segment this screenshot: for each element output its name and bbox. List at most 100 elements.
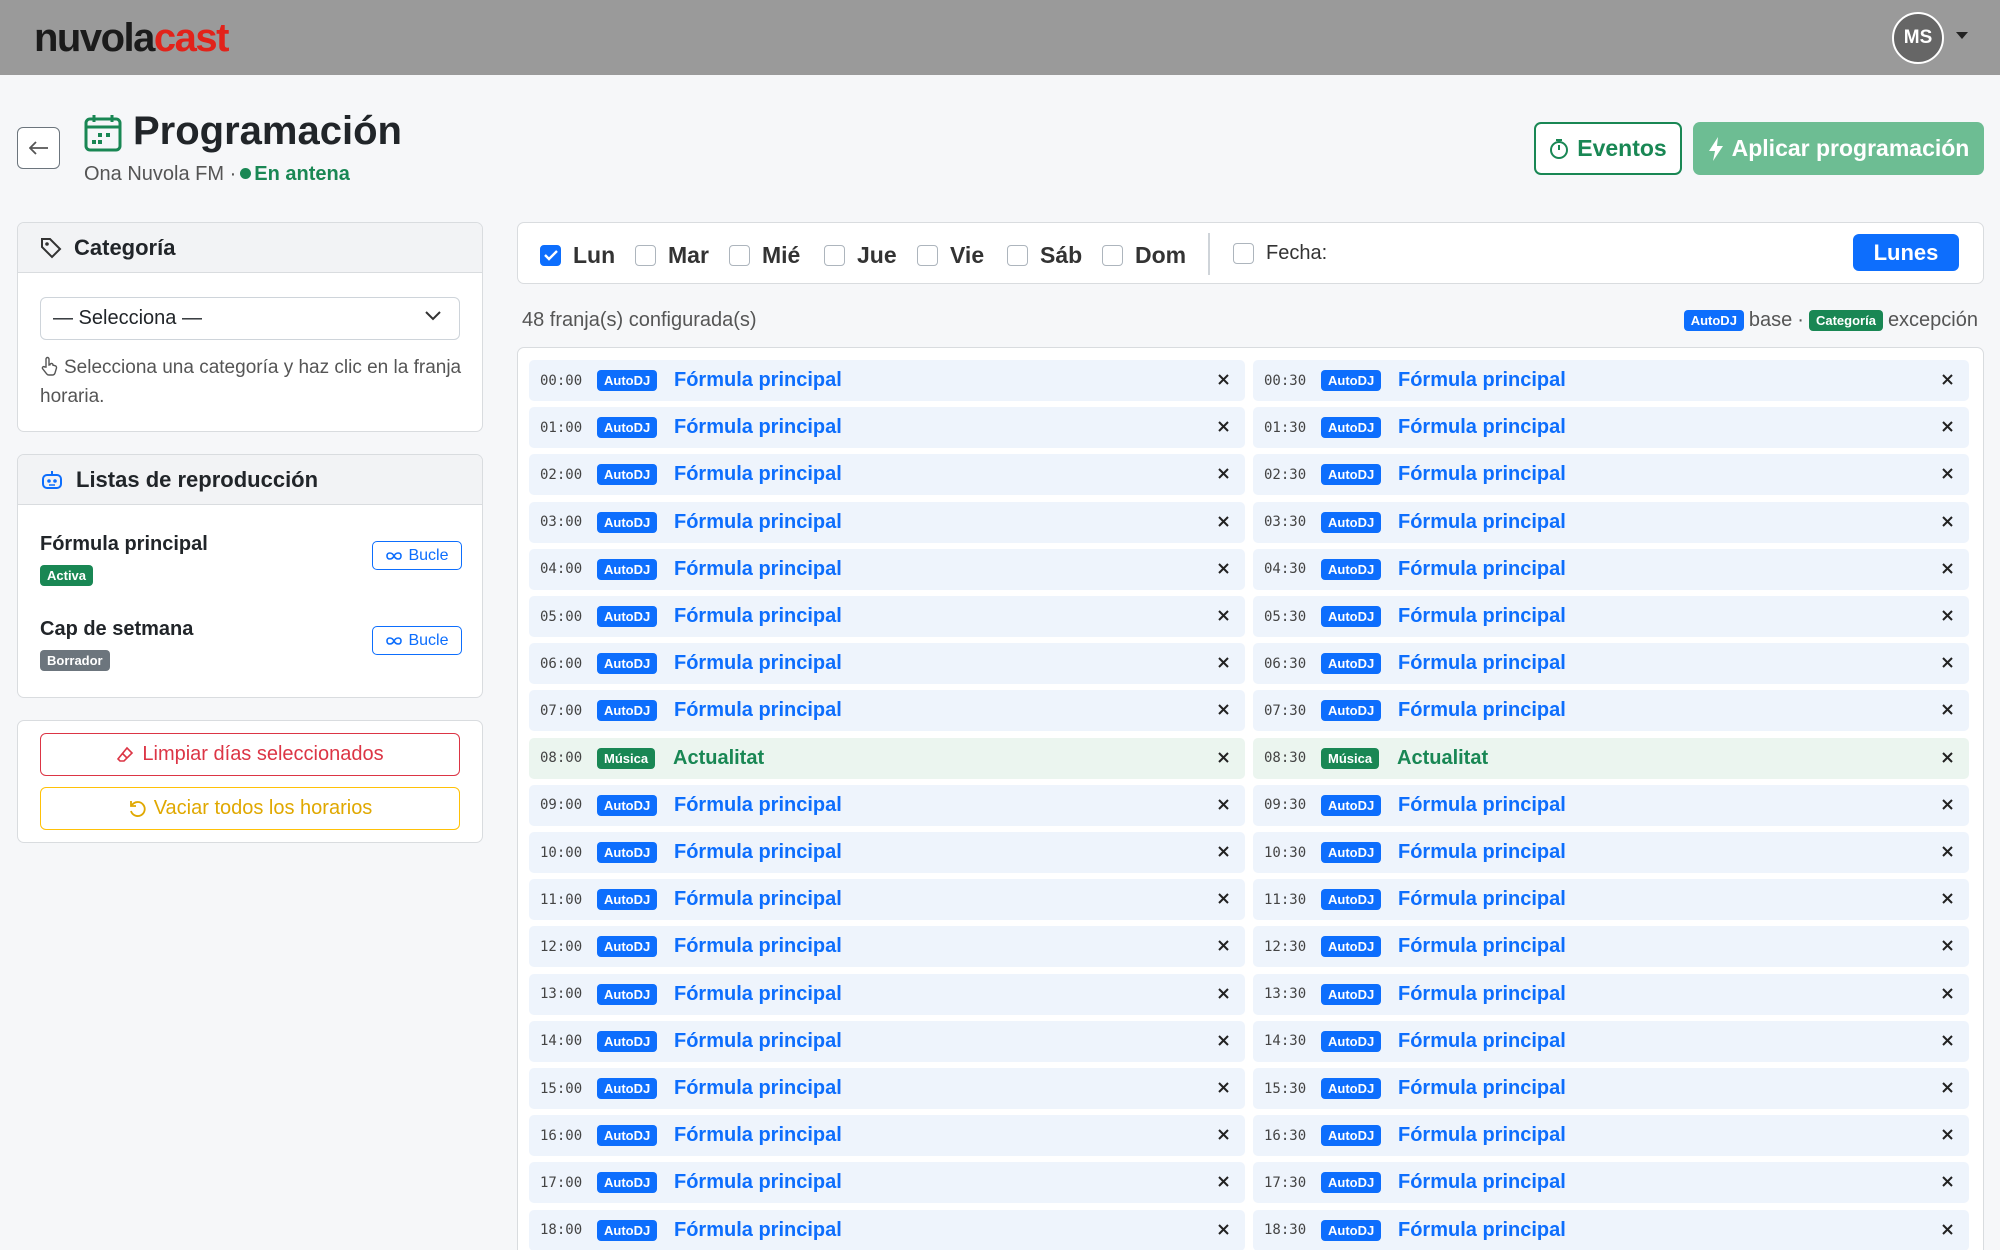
schedule-slot[interactable]: 16:30 AutoDJ Fórmula principal [1253, 1115, 1969, 1157]
schedule-slot[interactable]: 17:00 AutoDJ Fórmula principal [529, 1162, 1245, 1204]
remove-slot-icon[interactable] [1216, 1127, 1231, 1142]
remove-slot-icon[interactable] [1216, 1222, 1231, 1237]
slot-program-link[interactable]: Fórmula principal [674, 1219, 842, 1242]
remove-slot-icon[interactable] [1940, 466, 1955, 481]
slot-program-link[interactable]: Fórmula principal [1398, 463, 1566, 486]
schedule-slot[interactable]: 10:30 AutoDJ Fórmula principal [1253, 832, 1969, 873]
schedule-slot[interactable]: 12:30 AutoDJ Fórmula principal [1253, 926, 1969, 968]
remove-slot-icon[interactable] [1940, 655, 1955, 670]
schedule-slot[interactable]: 14:00 AutoDJ Fórmula principal [529, 1020, 1245, 1062]
remove-slot-icon[interactable] [1216, 514, 1231, 529]
checkbox-icon[interactable] [1007, 245, 1028, 266]
remove-slot-icon[interactable] [1940, 372, 1955, 387]
remove-slot-icon[interactable] [1940, 1174, 1955, 1189]
remove-slot-icon[interactable] [1216, 419, 1231, 434]
slot-program-link[interactable]: Fórmula principal [1398, 1219, 1566, 1242]
slot-program-link[interactable]: Actualitat [673, 747, 764, 770]
checkbox-icon[interactable] [1233, 243, 1254, 264]
events-button[interactable]: Eventos [1534, 122, 1682, 175]
remove-slot-icon[interactable] [1216, 561, 1231, 576]
clear-selected-days-button[interactable]: Limpiar días seleccionados [40, 733, 460, 776]
loop-button[interactable]: Bucle [372, 541, 462, 570]
remove-slot-icon[interactable] [1940, 419, 1955, 434]
slot-program-link[interactable]: Fórmula principal [674, 1124, 842, 1147]
schedule-slot[interactable]: 03:00 AutoDJ Fórmula principal [529, 501, 1245, 543]
day-checkbox-dom[interactable]: Dom [1102, 242, 1186, 269]
slot-program-link[interactable]: Fórmula principal [1398, 935, 1566, 958]
schedule-slot[interactable]: 08:30 Música Actualitat [1253, 737, 1969, 779]
slot-program-link[interactable]: Fórmula principal [674, 841, 842, 864]
slot-program-link[interactable]: Fórmula principal [1398, 983, 1566, 1006]
remove-slot-icon[interactable] [1216, 702, 1231, 717]
schedule-slot[interactable]: 15:30 AutoDJ Fórmula principal [1253, 1068, 1969, 1109]
slot-program-link[interactable]: Fórmula principal [674, 463, 842, 486]
remove-slot-icon[interactable] [1940, 702, 1955, 717]
schedule-slot[interactable]: 18:00 AutoDJ Fórmula principal [529, 1209, 1245, 1250]
slot-program-link[interactable]: Fórmula principal [674, 935, 842, 958]
schedule-slot[interactable]: 16:00 AutoDJ Fórmula principal [529, 1115, 1245, 1157]
schedule-slot[interactable]: 01:00 AutoDJ Fórmula principal [529, 407, 1245, 449]
remove-slot-icon[interactable] [1216, 844, 1231, 859]
playlist-item[interactable]: Fórmula principal Activa Bucle [40, 531, 462, 586]
schedule-slot[interactable]: 11:00 AutoDJ Fórmula principal [529, 879, 1245, 921]
schedule-slot[interactable]: 11:30 AutoDJ Fórmula principal [1253, 879, 1969, 921]
remove-slot-icon[interactable] [1940, 1033, 1955, 1048]
slot-program-link[interactable]: Fórmula principal [674, 558, 842, 581]
schedule-slot[interactable]: 14:30 AutoDJ Fórmula principal [1253, 1020, 1969, 1062]
slot-program-link[interactable]: Fórmula principal [674, 511, 842, 534]
remove-slot-icon[interactable] [1940, 797, 1955, 812]
remove-slot-icon[interactable] [1216, 466, 1231, 481]
schedule-slot[interactable]: 06:00 AutoDJ Fórmula principal [529, 643, 1245, 685]
slot-program-link[interactable]: Fórmula principal [674, 605, 842, 628]
slot-program-link[interactable]: Fórmula principal [674, 369, 842, 392]
slot-program-link[interactable]: Actualitat [1397, 747, 1488, 770]
slot-program-link[interactable]: Fórmula principal [1398, 1077, 1566, 1100]
schedule-slot[interactable]: 09:00 AutoDJ Fórmula principal [529, 784, 1245, 826]
slot-program-link[interactable]: Fórmula principal [1398, 558, 1566, 581]
slot-program-link[interactable]: Fórmula principal [1398, 416, 1566, 439]
schedule-slot[interactable]: 05:00 AutoDJ Fórmula principal [529, 596, 1245, 637]
slot-program-link[interactable]: Fórmula principal [1398, 841, 1566, 864]
schedule-slot[interactable]: 18:30 AutoDJ Fórmula principal [1253, 1209, 1969, 1250]
schedule-slot[interactable]: 13:30 AutoDJ Fórmula principal [1253, 973, 1969, 1015]
remove-slot-icon[interactable] [1216, 986, 1231, 1001]
empty-all-schedules-button[interactable]: Vaciar todos los horarios [40, 787, 460, 830]
schedule-slot[interactable]: 15:00 AutoDJ Fórmula principal [529, 1068, 1245, 1109]
remove-slot-icon[interactable] [1940, 561, 1955, 576]
checkbox-icon[interactable] [729, 245, 750, 266]
checkbox-icon[interactable] [1102, 245, 1123, 266]
schedule-slot[interactable]: 05:30 AutoDJ Fórmula principal [1253, 596, 1969, 637]
slot-program-link[interactable]: Fórmula principal [674, 1030, 842, 1053]
playlist-item[interactable]: Cap de setmana Borrador Bucle [40, 616, 462, 671]
category-select[interactable]: — Selecciona — [40, 297, 460, 340]
slot-program-link[interactable]: Fórmula principal [674, 888, 842, 911]
remove-slot-icon[interactable] [1940, 891, 1955, 906]
remove-slot-icon[interactable] [1216, 1080, 1231, 1095]
slot-program-link[interactable]: Fórmula principal [1398, 369, 1566, 392]
loop-button[interactable]: Bucle [372, 626, 462, 655]
slot-program-link[interactable]: Fórmula principal [674, 699, 842, 722]
user-avatar[interactable]: MS [1892, 12, 1944, 64]
schedule-slot[interactable]: 02:00 AutoDJ Fórmula principal [529, 454, 1245, 496]
slot-program-link[interactable]: Fórmula principal [674, 652, 842, 675]
remove-slot-icon[interactable] [1940, 750, 1955, 765]
back-button[interactable] [17, 127, 60, 169]
slot-program-link[interactable]: Fórmula principal [1398, 699, 1566, 722]
day-checkbox-sab[interactable]: Sáb [1007, 242, 1082, 269]
remove-slot-icon[interactable] [1216, 797, 1231, 812]
schedule-slot[interactable]: 00:00 AutoDJ Fórmula principal [529, 360, 1245, 401]
schedule-slot[interactable]: 07:30 AutoDJ Fórmula principal [1253, 690, 1969, 732]
schedule-slot[interactable]: 13:00 AutoDJ Fórmula principal [529, 973, 1245, 1015]
remove-slot-icon[interactable] [1216, 891, 1231, 906]
apply-schedule-button[interactable]: Aplicar programación [1693, 122, 1984, 175]
slot-program-link[interactable]: Fórmula principal [1398, 1171, 1566, 1194]
remove-slot-icon[interactable] [1940, 844, 1955, 859]
schedule-slot[interactable]: 08:00 Música Actualitat [529, 737, 1245, 779]
remove-slot-icon[interactable] [1940, 608, 1955, 623]
date-filter-checkbox[interactable]: Fecha: [1233, 242, 1327, 265]
schedule-slot[interactable]: 17:30 AutoDJ Fórmula principal [1253, 1162, 1969, 1204]
schedule-slot[interactable]: 01:30 AutoDJ Fórmula principal [1253, 407, 1969, 449]
slot-program-link[interactable]: Fórmula principal [1398, 1030, 1566, 1053]
remove-slot-icon[interactable] [1216, 938, 1231, 953]
remove-slot-icon[interactable] [1216, 1033, 1231, 1048]
